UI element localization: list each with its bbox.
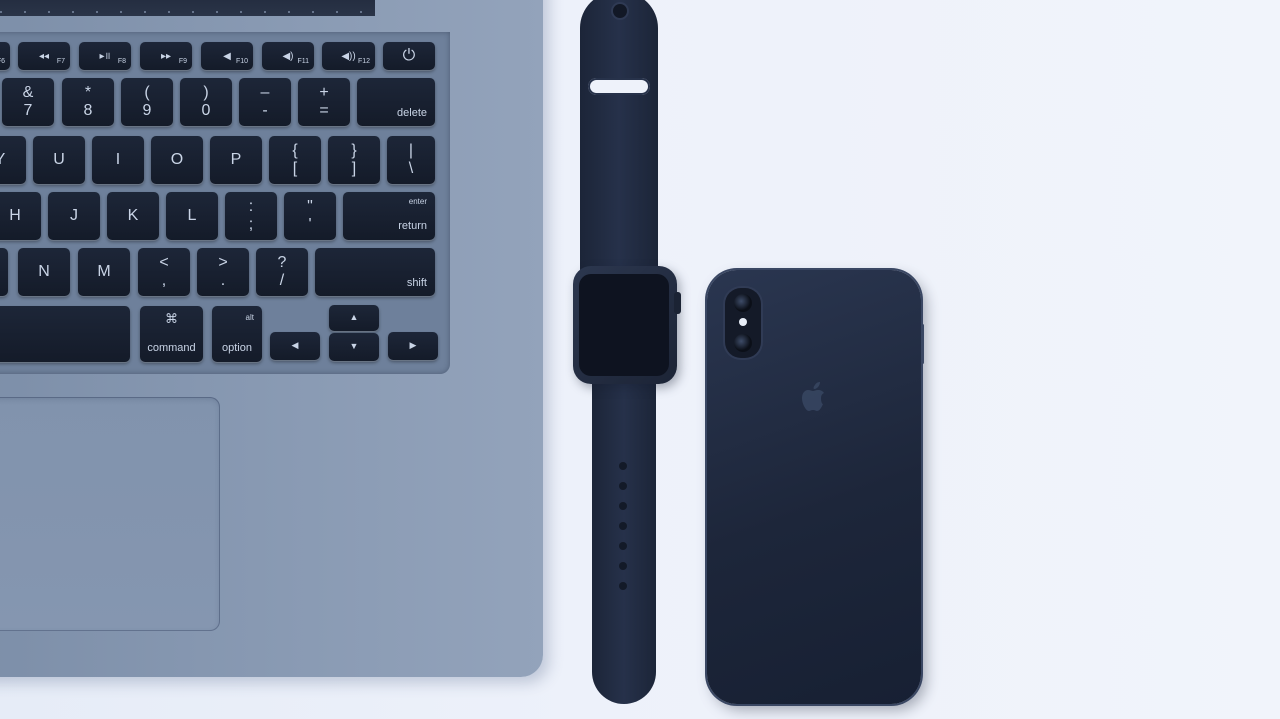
key-f7[interactable]: ◂◂ F7	[18, 42, 70, 70]
desk-scene: ☀ F6 ◂◂ F7 ▸॥ F8 ▸▸ F9 ◀ F10 ◀) F11	[0, 0, 1280, 719]
laptop: ☀ F6 ◂◂ F7 ▸॥ F8 ▸▸ F9 ◀ F10 ◀) F11	[0, 0, 543, 677]
key-f6[interactable]: ☀ F6	[0, 42, 10, 70]
band-hole	[619, 502, 627, 510]
key-h[interactable]: H	[0, 192, 41, 240]
key-7[interactable]: & 7	[2, 78, 54, 126]
key-n[interactable]: N	[18, 248, 70, 296]
flash	[739, 318, 747, 326]
watch-crown[interactable]	[674, 292, 681, 314]
laptop-screen-edge	[0, 0, 375, 16]
key-quote[interactable]: " '	[284, 192, 336, 240]
key-close-bracket[interactable]: }]	[328, 136, 380, 184]
key-o[interactable]: O	[151, 136, 203, 184]
key-minus[interactable]: – -	[239, 78, 291, 126]
key-j[interactable]: J	[48, 192, 100, 240]
key-arrow-left[interactable]: ◀	[270, 332, 320, 360]
arrow-right-icon: ▶	[409, 340, 417, 351]
key-f9[interactable]: ▸▸ F9	[140, 42, 192, 70]
key-slash[interactable]: ? /	[256, 248, 308, 296]
key-0[interactable]: ) 0	[180, 78, 232, 126]
band-hole	[619, 482, 627, 490]
key-command[interactable]: ⌘ command	[140, 306, 203, 362]
key-8[interactable]: * 8	[62, 78, 114, 126]
key-y[interactable]: Y	[0, 136, 26, 184]
key-equals[interactable]: + =	[298, 78, 350, 126]
phone-side-button[interactable]	[921, 324, 924, 364]
band-hole	[619, 462, 627, 470]
arrow-up-icon: ▲	[349, 312, 359, 323]
key-i[interactable]: I	[92, 136, 144, 184]
key-option[interactable]: alt option	[212, 306, 262, 362]
watch-screen[interactable]	[579, 274, 669, 376]
watch-band-top	[580, 0, 658, 282]
key-b[interactable]: B	[0, 248, 8, 296]
command-icon: ⌘	[165, 311, 178, 326]
fast-forward-icon: ▸▸	[160, 50, 172, 62]
watch	[573, 266, 677, 384]
key-open-bracket[interactable]: {[	[269, 136, 321, 184]
band-pin	[613, 4, 627, 18]
key-u[interactable]: U	[33, 136, 85, 184]
band-hole	[619, 522, 627, 530]
camera-module	[725, 288, 761, 358]
arrow-down-icon: ▼	[349, 341, 359, 352]
camera-lens	[734, 334, 752, 352]
band-hole	[619, 582, 627, 590]
key-k[interactable]: K	[107, 192, 159, 240]
key-p[interactable]: P	[210, 136, 262, 184]
key-arrow-up[interactable]: ▲	[329, 305, 379, 331]
mute-icon: ◀	[223, 50, 231, 62]
key-f11[interactable]: ◀) F11	[262, 42, 314, 70]
apple-logo-icon	[802, 382, 824, 411]
key-9[interactable]: (9	[121, 78, 173, 126]
key-delete[interactable]: delete	[357, 78, 435, 126]
key-period[interactable]: >.	[197, 248, 249, 296]
key-arrow-right[interactable]: ▶	[388, 332, 438, 360]
rewind-icon: ◂◂	[38, 50, 50, 62]
key-power[interactable]: ⏻	[383, 42, 435, 70]
keyboard: ☀ F6 ◂◂ F7 ▸॥ F8 ▸▸ F9 ◀ F10 ◀) F11	[0, 32, 450, 374]
trackpad[interactable]	[0, 397, 220, 631]
volume-down-icon: ◀)	[282, 50, 294, 62]
volume-up-icon: ◀))	[341, 50, 356, 62]
band-loop	[588, 78, 650, 95]
key-f12[interactable]: ◀)) F12	[322, 42, 375, 70]
phone	[707, 270, 924, 704]
watch-band-bottom	[592, 382, 656, 704]
arrow-left-icon: ◀	[291, 340, 299, 351]
band-hole	[619, 562, 627, 570]
key-f8[interactable]: ▸॥ F8	[79, 42, 131, 70]
play-pause-icon: ▸॥	[99, 50, 111, 62]
key-semicolon[interactable]: :;	[225, 192, 277, 240]
camera-lens	[734, 294, 752, 312]
key-f10[interactable]: ◀ F10	[201, 42, 253, 70]
key-l[interactable]: L	[166, 192, 218, 240]
key-space[interactable]	[0, 306, 130, 362]
key-comma[interactable]: <,	[138, 248, 190, 296]
key-shift[interactable]: shift	[315, 248, 435, 296]
key-m[interactable]: M	[78, 248, 130, 296]
key-arrow-down[interactable]: ▼	[329, 333, 379, 361]
key-backslash[interactable]: | \	[387, 136, 435, 184]
power-icon: ⏻	[402, 47, 416, 65]
key-return[interactable]: enter return	[343, 192, 435, 240]
band-hole	[619, 542, 627, 550]
